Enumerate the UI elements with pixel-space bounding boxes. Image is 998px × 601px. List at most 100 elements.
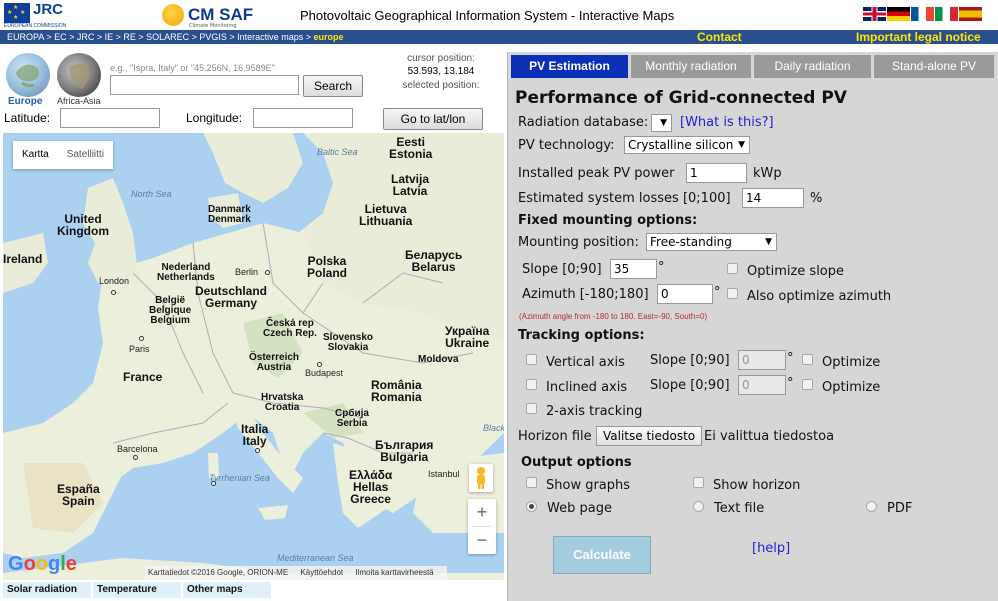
vertical-slope-input[interactable]: 0 — [738, 350, 786, 370]
cmsaf-logo[interactable]: CM SAF Climate Monitoring — [162, 3, 257, 29]
system-losses-unit: % — [810, 191, 823, 206]
latitude-input[interactable] — [60, 108, 160, 128]
vertical-axis-label: Vertical axis — [546, 355, 625, 370]
show-graphs-checkbox[interactable] — [526, 477, 537, 488]
horizon-file-button[interactable]: Valitse tiedosto — [596, 426, 703, 446]
calculate-button[interactable]: Calculate — [553, 536, 651, 574]
sea-label: Mediterranean Sea — [277, 553, 354, 563]
search-button[interactable]: Search — [303, 75, 363, 97]
cmsaf-logo-subtext: Climate Monitoring — [189, 23, 237, 29]
site-title: Photovoltaic Geographical Information Sy… — [300, 8, 675, 23]
pdf-label: PDF — [887, 501, 913, 516]
tab-solar-radiation[interactable]: Solar radiation — [3, 582, 91, 598]
search-hint: e.g., "Ispra, Italy" or "45.256N, 16.958… — [110, 63, 275, 73]
vertical-slope-label: Slope [0;90] — [650, 353, 730, 368]
system-losses-label: Estimated system losses [0;100] — [518, 191, 731, 206]
chevron-down-icon: ▼ — [765, 237, 772, 247]
city-label: London — [99, 276, 130, 286]
radiation-database-select[interactable]: ▼ — [651, 114, 672, 132]
selected-position-label: selected position: — [402, 80, 480, 91]
language-flags — [863, 7, 983, 26]
site-header: ★ ★ ★ ★ JRC EUROPEAN COMMISSION CM SAF Clim… — [0, 0, 998, 30]
italian-flag-icon[interactable] — [935, 7, 958, 21]
inclined-optimize-checkbox[interactable] — [802, 379, 813, 390]
search-input[interactable] — [110, 75, 299, 95]
europe-globe-label[interactable]: Europe — [8, 96, 42, 107]
country-label: Србија Serbia — [335, 408, 369, 429]
pdf-radio[interactable] — [866, 501, 877, 512]
inclined-axis-checkbox[interactable] — [526, 379, 537, 390]
tab-monthly-radiation[interactable]: Monthly radiation — [631, 55, 751, 78]
what-is-this-link[interactable]: [What is this?] — [680, 115, 774, 130]
system-losses-input[interactable]: 14 — [742, 188, 804, 208]
horizon-file-label: Horizon file — [518, 429, 592, 444]
country-label: Österreich Austria — [249, 352, 300, 373]
jrc-logo-text: JRC — [33, 1, 64, 18]
go-to-latlon-button[interactable]: Go to lat/lon — [383, 108, 483, 130]
vertical-optimize-checkbox[interactable] — [802, 354, 813, 365]
optimize-slope-label: Optimize slope — [747, 264, 845, 279]
cmsaf-logo-text: CM SAF — [188, 5, 254, 24]
contact-link[interactable]: Contact — [697, 30, 742, 44]
peak-power-label: Installed peak PV power — [518, 166, 675, 181]
peak-power-input[interactable]: 1 — [686, 163, 747, 183]
optimize-slope-checkbox[interactable] — [727, 263, 738, 274]
breadcrumb-path[interactable]: EUROPA > EC > JRC > IE > RE > SOLAREC > … — [7, 32, 313, 42]
longitude-input[interactable] — [253, 108, 353, 128]
output-options-heading: Output options — [521, 455, 632, 470]
vertical-axis-checkbox[interactable] — [526, 354, 537, 365]
zoom-out-button[interactable]: − — [468, 527, 496, 554]
mounting-position-select[interactable]: Free-standing ▼ — [646, 233, 777, 251]
terms-link[interactable]: Käyttöehdot — [300, 568, 343, 577]
africa-asia-globe-icon[interactable] — [57, 53, 101, 97]
street-view-pegman-icon[interactable] — [469, 464, 493, 492]
city-marker — [317, 362, 322, 367]
map-canvas[interactable]: Kartta Satelliitti Baltic Sea North Sea … — [3, 133, 504, 580]
optimize-azimuth-checkbox[interactable] — [727, 288, 738, 299]
maptype-map-button[interactable]: Kartta — [13, 141, 58, 169]
breadcrumb[interactable]: EUROPA > EC > JRC > IE > RE > SOLAREC > … — [7, 30, 343, 44]
city-marker — [133, 455, 138, 460]
country-label: Eesti Estonia — [389, 135, 433, 161]
show-horizon-checkbox[interactable] — [693, 477, 704, 488]
show-horizon-label: Show horizon — [713, 478, 801, 493]
pv-technology-value: Crystalline silicon — [628, 138, 734, 152]
country-label: Polska Poland — [307, 254, 348, 280]
azimuth-unit: ° — [714, 285, 721, 300]
zoom-in-button[interactable]: + — [468, 499, 496, 526]
pv-technology-label: PV technology: — [518, 138, 615, 153]
country-label: Ελλάδα Hellas Greece — [349, 468, 393, 506]
country-label: Беларусь Belarus — [405, 248, 463, 274]
report-error-link[interactable]: Ilmoita karttavirheestä — [355, 568, 433, 577]
city-marker — [139, 336, 144, 341]
maptype-satellite-button[interactable]: Satelliitti — [58, 141, 113, 169]
africa-asia-globe-label[interactable]: Africa-Asia — [57, 96, 101, 106]
web-page-radio[interactable] — [526, 501, 537, 512]
french-flag-icon[interactable] — [911, 7, 934, 21]
legal-notice-link[interactable]: Important legal notice — [856, 30, 981, 44]
sea-label: North Sea — [131, 189, 172, 199]
google-logo[interactable]: Google — [8, 553, 77, 576]
web-page-label: Web page — [547, 501, 612, 516]
two-axis-checkbox[interactable] — [526, 403, 537, 414]
tab-temperature[interactable]: Temperature — [93, 582, 181, 598]
slope-input[interactable]: 35 — [610, 259, 657, 279]
azimuth-input[interactable]: 0 — [657, 284, 713, 304]
uk-flag-icon[interactable] — [863, 7, 886, 21]
inclined-slope-input[interactable]: 0 — [738, 375, 786, 395]
europe-globe-icon[interactable] — [6, 53, 50, 97]
pv-technology-select[interactable]: Crystalline silicon ▼ — [624, 136, 750, 154]
spanish-flag-icon[interactable] — [959, 7, 982, 21]
help-link[interactable]: [help] — [752, 541, 790, 556]
german-flag-icon[interactable] — [887, 7, 910, 21]
tab-stand-alone-pv[interactable]: Stand-alone PV — [874, 55, 994, 78]
tab-daily-radiation[interactable]: Daily radiation — [754, 55, 871, 78]
country-label: Italia Italy — [241, 422, 269, 448]
city-marker — [265, 270, 270, 275]
text-file-radio[interactable] — [693, 501, 704, 512]
inclined-optimize-label: Optimize — [822, 380, 881, 395]
tab-pv-estimation[interactable]: PV Estimation — [511, 55, 628, 78]
jrc-logo[interactable]: ★ ★ ★ ★ JRC EUROPEAN COMMISSION — [4, 1, 74, 29]
sun-icon — [162, 4, 184, 26]
tab-other-maps[interactable]: Other maps — [183, 582, 271, 598]
